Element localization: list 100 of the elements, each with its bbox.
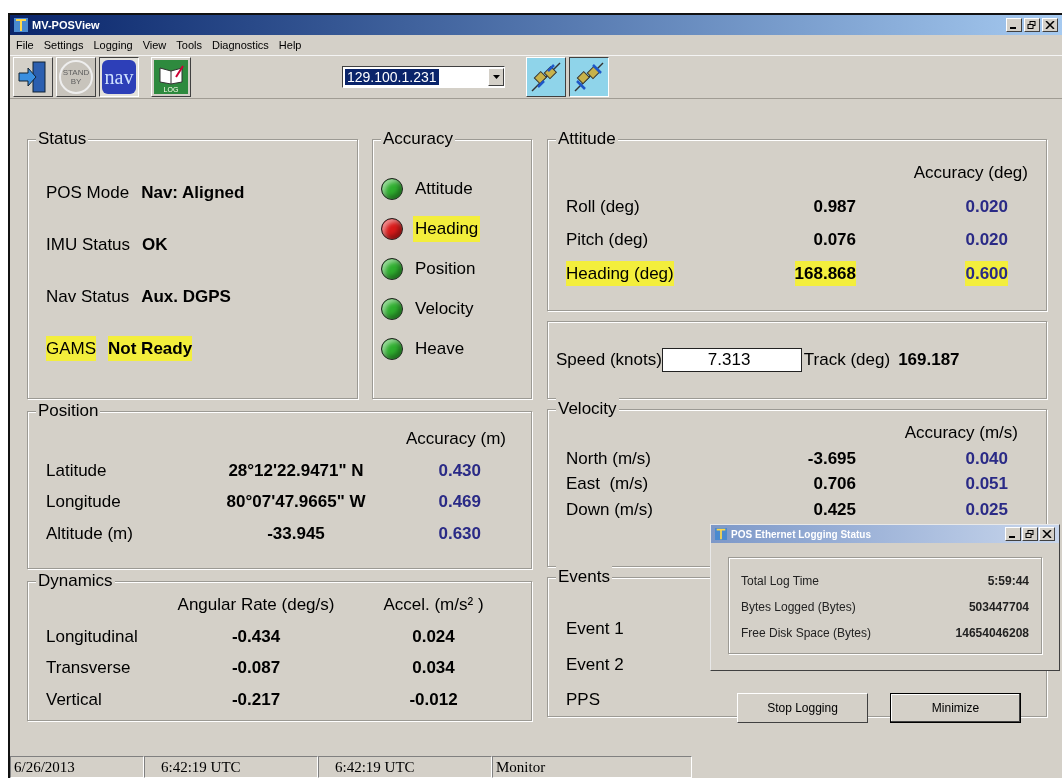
accuracy-value: 0.020 — [965, 229, 1008, 251]
row-label: Altitude (m) — [46, 522, 134, 545]
status-value: OK — [142, 233, 168, 256]
speed-label: Speed (knots) — [556, 349, 662, 372]
minimize-button[interactable] — [1006, 18, 1022, 32]
row-label: Latitude — [46, 459, 108, 482]
track-label: Track (deg) — [803, 349, 891, 372]
dialog-label: Bytes Logged (Bytes) — [741, 599, 856, 616]
accuracy-value: 0.469 — [437, 491, 482, 513]
status-value: Aux. DGPS — [141, 285, 231, 308]
column-header: Accuracy (m) — [404, 428, 506, 450]
dialog-button[interactable]: Stop Logging — [737, 693, 868, 723]
close-button[interactable] — [1042, 18, 1058, 32]
value-text: -0.434 — [230, 625, 282, 648]
event-label: PPS — [566, 689, 601, 711]
status-bar-cell: 6/26/2013 — [10, 756, 144, 778]
accuracy-value: 0.430 — [437, 459, 482, 482]
accuracy-label: Velocity — [414, 298, 475, 321]
close-icon — [1045, 21, 1055, 29]
plug-disconnect-icon — [573, 61, 605, 93]
dialog-label: Total Log Time — [741, 573, 820, 590]
column-header: Angular Rate (deg/s) — [176, 594, 336, 616]
value-text: 168.868 — [794, 260, 856, 286]
value-text: -0.217 — [230, 688, 282, 711]
window-title: MV-POSView — [32, 17, 100, 33]
close-icon — [1042, 530, 1052, 538]
value-text: 0.024 — [411, 625, 456, 648]
accuracy-value: 0.020 — [965, 195, 1008, 218]
app-icon — [715, 528, 727, 540]
row-label: Pitch (deg) — [566, 229, 649, 251]
status-bar-cell: 6:42:19 UTC — [318, 756, 492, 778]
status-value: Nav: Aligned — [141, 181, 245, 204]
status-bar-cell: 6:42:19 UTC — [144, 756, 318, 778]
status-label: IMU Status — [46, 233, 131, 256]
app-icon — [14, 18, 28, 32]
row-label: Vertical — [46, 688, 103, 711]
address-dropdown[interactable]: 129.100.1.231 — [342, 66, 505, 88]
value-text: 28°12'22.9471" N — [227, 459, 365, 482]
accuracy-label: Attitude — [414, 178, 474, 201]
value-text: 0.425 — [812, 498, 856, 521]
menu-item[interactable]: Logging — [93, 36, 133, 54]
restore-button[interactable] — [1024, 18, 1040, 32]
group-title: Velocity — [556, 398, 619, 420]
accuracy-value: 0.040 — [964, 447, 1009, 470]
value-text: 0.076 — [813, 229, 856, 251]
status-label: GAMS — [46, 335, 97, 362]
event-label: Event 1 — [566, 618, 624, 640]
accuracy-value: 0.051 — [964, 473, 1009, 495]
row-label: Down (m/s) — [566, 498, 654, 521]
value-text: 0.034 — [411, 657, 456, 679]
plug-connect-icon — [530, 61, 562, 93]
row-label: Transverse — [46, 657, 132, 679]
status-bar-cell: Monitor — [492, 756, 692, 778]
restore-icon — [1025, 530, 1035, 538]
value-text: 80°07'47.9665" W — [225, 491, 367, 513]
dialog-value: 503447704 — [968, 599, 1029, 616]
menu-item[interactable]: Tools — [176, 36, 202, 54]
row-label: Heading (deg) — [566, 260, 674, 286]
close-button[interactable] — [1039, 527, 1055, 541]
exit-door-icon — [17, 60, 49, 94]
value-text: 0.706 — [812, 473, 856, 495]
value-text: -0.087 — [230, 657, 282, 679]
accuracy-value: 0.600 — [965, 260, 1008, 286]
menu-item[interactable]: Help — [278, 36, 302, 54]
dialog-label: Free Disk Space (Bytes) — [741, 625, 872, 642]
row-label: North (m/s) — [566, 447, 652, 470]
dialog-button[interactable]: Minimize — [890, 693, 1021, 723]
menu-item[interactable]: Diagnostics — [212, 36, 269, 54]
dialog-title: POS Ethernet Logging Status — [731, 527, 871, 542]
row-label: Roll (deg) — [566, 195, 640, 218]
menu-item[interactable]: Settings — [43, 36, 84, 54]
row-label: East (m/s) — [566, 473, 650, 495]
value-text: 0.987 — [813, 195, 856, 218]
dropdown-caret-icon — [492, 75, 500, 79]
value-text: -3.695 — [806, 447, 856, 470]
accuracy-label: Position — [414, 258, 477, 281]
restore-icon — [1027, 21, 1037, 29]
row-label: Longitudinal — [46, 625, 139, 648]
accuracy-label: Heading — [413, 216, 481, 242]
dialog-value: 14654046208 — [955, 625, 1029, 642]
accuracy-value: 0.025 — [964, 498, 1009, 521]
minimize-button[interactable] — [1005, 527, 1021, 541]
toolbar-button[interactable] — [569, 57, 609, 97]
accuracy-value: 0.630 — [437, 522, 482, 545]
restore-button[interactable] — [1022, 527, 1038, 541]
track-value: 169.187 — [898, 349, 960, 372]
menu-item[interactable]: View — [142, 36, 167, 54]
status-label: POS Mode — [46, 181, 130, 204]
value-text: -0.012 — [408, 688, 459, 711]
speed-field[interactable]: 7.313 — [661, 348, 802, 372]
dialog-value: 5:59:44 — [987, 573, 1029, 590]
accuracy-label: Heave — [414, 338, 466, 361]
column-header: Accuracy (m/s) — [903, 422, 1018, 444]
event-label: Event 2 — [566, 653, 624, 676]
column-header: Accel. (m/s² ) — [382, 594, 485, 616]
column-header: Accuracy (deg) — [912, 162, 1028, 184]
menu-item[interactable]: File — [16, 36, 34, 54]
row-label: Longitude — [46, 491, 122, 513]
value-text: -33.945 — [266, 522, 326, 545]
status-label: Nav Status — [46, 285, 130, 308]
